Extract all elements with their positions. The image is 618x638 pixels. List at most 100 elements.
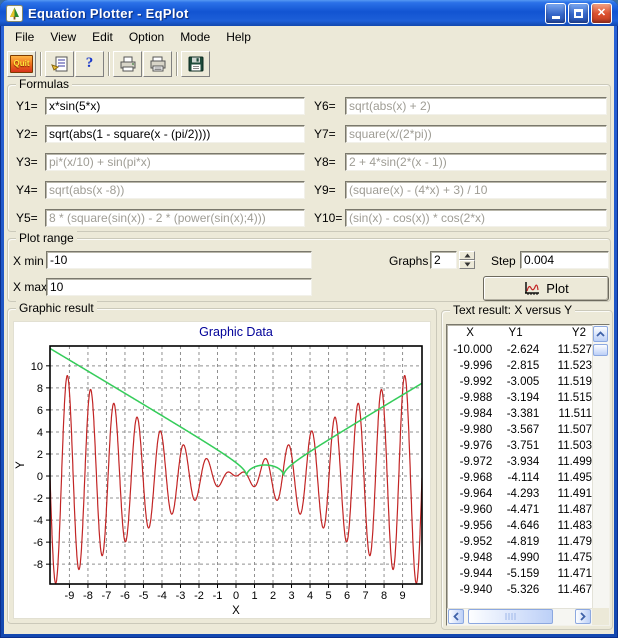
- cell-value: -9.988: [448, 390, 492, 406]
- print-preview-button[interactable]: [113, 51, 142, 77]
- table-row[interactable]: -9.956-4.64611.483: [448, 518, 592, 534]
- table-row[interactable]: -9.996-2.81511.523: [448, 358, 592, 374]
- cell-value: -9.996: [448, 358, 492, 374]
- help-icon: ?: [86, 55, 94, 72]
- cell-value: -4.990: [492, 550, 539, 566]
- formulas-group: Formulas Y1= Y2= Y3= Y4= Y5= Y6= Y7= Y8=…: [7, 84, 611, 232]
- menu-mode[interactable]: Mode: [172, 28, 218, 46]
- text-result-group: Text result: X versus Y XY1Y2-10.000-2.6…: [441, 310, 613, 630]
- menu-option[interactable]: Option: [121, 28, 172, 46]
- table-header-row: XY1Y2: [448, 325, 592, 342]
- scroll-right-icon[interactable]: [575, 609, 591, 624]
- spin-up-icon[interactable]: [459, 251, 475, 260]
- formula-input-y1[interactable]: [45, 97, 305, 115]
- print-preview-icon: [119, 55, 137, 73]
- cell-value: 11.483: [539, 518, 592, 534]
- formulas-legend: Formulas: [16, 77, 72, 91]
- formula-label-y2: Y2=: [16, 127, 38, 141]
- table-row[interactable]: -9.948-4.99011.475: [448, 550, 592, 566]
- print-button[interactable]: [143, 51, 172, 77]
- svg-text:-9: -9: [65, 590, 75, 602]
- menu-edit[interactable]: Edit: [84, 28, 121, 46]
- formula-input-y6[interactable]: [345, 97, 607, 115]
- xmin-input[interactable]: [46, 251, 312, 269]
- cell-value: -9.940: [448, 582, 492, 598]
- graphs-stepper: [459, 251, 475, 269]
- toolbar-separator: [176, 52, 178, 76]
- cell-value: -5.326: [492, 582, 539, 598]
- column-header: Y1: [492, 325, 539, 342]
- cell-value: -4.646: [492, 518, 539, 534]
- vertical-scroll-thumb[interactable]: [593, 344, 608, 356]
- table-row[interactable]: -9.980-3.56711.507: [448, 422, 592, 438]
- formula-input-y4[interactable]: [45, 181, 305, 199]
- cell-value: 11.471: [539, 566, 592, 582]
- cell-value: -9.964: [448, 486, 492, 502]
- cell-value: 11.479: [539, 534, 592, 550]
- table-row[interactable]: -9.944-5.15911.471: [448, 566, 592, 582]
- help-button[interactable]: ?: [75, 51, 104, 77]
- titlebar[interactable]: Equation Plotter - EqPlot ✕: [0, 0, 618, 26]
- cell-value: -9.960: [448, 502, 492, 518]
- menu-help[interactable]: Help: [218, 28, 259, 46]
- graphic-result-legend: Graphic result: [16, 301, 97, 315]
- svg-text:2: 2: [270, 590, 276, 602]
- table-row[interactable]: -9.976-3.75111.503: [448, 438, 592, 454]
- notes-button[interactable]: [45, 51, 74, 77]
- client-area: File View Edit Option Mode Help Quit: [4, 26, 614, 634]
- formula-input-y9[interactable]: [345, 181, 607, 199]
- horizontal-scrollbar[interactable]: [447, 608, 592, 625]
- table-row[interactable]: -9.968-4.11411.495: [448, 470, 592, 486]
- save-button[interactable]: [181, 51, 210, 77]
- horizontal-scroll-thumb[interactable]: [468, 609, 553, 624]
- svg-text:-6: -6: [120, 590, 130, 602]
- graphic-result-group: Graphic result -9-8-7-6-5-4-3-2-10123456…: [7, 308, 437, 624]
- table-row[interactable]: -9.988-3.19411.515: [448, 390, 592, 406]
- table-row[interactable]: -9.952-4.81911.479: [448, 534, 592, 550]
- formula-input-y5[interactable]: [45, 209, 305, 227]
- xmax-input[interactable]: [46, 278, 312, 296]
- close-icon[interactable]: ✕: [591, 3, 612, 24]
- cell-value: 11.527: [539, 342, 592, 358]
- table-row[interactable]: -9.972-3.93411.499: [448, 454, 592, 470]
- result-rows: XY1Y2-10.000-2.62411.527-9.996-2.81511.5…: [448, 325, 592, 608]
- quit-button[interactable]: Quit: [7, 51, 36, 77]
- scroll-up-icon[interactable]: [593, 326, 608, 342]
- app-window: Equation Plotter - EqPlot ✕ File View Ed…: [0, 0, 618, 638]
- formula-input-y10[interactable]: [345, 209, 607, 227]
- table-row[interactable]: -10.000-2.62411.527: [448, 342, 592, 358]
- menubar: File View Edit Option Mode Help: [4, 26, 614, 48]
- table-row[interactable]: -9.960-4.47111.487: [448, 502, 592, 518]
- plot-button[interactable]: Plot: [483, 276, 609, 301]
- menu-view[interactable]: View: [42, 28, 84, 46]
- svg-text:-3: -3: [176, 590, 186, 602]
- svg-text:8: 8: [37, 383, 43, 395]
- svg-text:10: 10: [31, 361, 43, 373]
- table-row[interactable]: -9.964-4.29311.491: [448, 486, 592, 502]
- formula-label-y4: Y4=: [16, 183, 38, 197]
- cell-value: 11.467: [539, 582, 592, 598]
- vertical-scrollbar[interactable]: [592, 325, 609, 625]
- cell-value: -4.819: [492, 534, 539, 550]
- graphs-input[interactable]: [430, 251, 457, 269]
- spin-down-icon[interactable]: [459, 260, 475, 269]
- formula-label-y3: Y3=: [16, 155, 38, 169]
- cell-value: 11.503: [539, 438, 592, 454]
- maximize-icon[interactable]: [568, 3, 589, 24]
- svg-text:-8: -8: [83, 590, 93, 602]
- table-row[interactable]: -9.940-5.32611.467: [448, 582, 592, 598]
- formula-input-y2[interactable]: [45, 125, 305, 143]
- cell-value: -3.005: [492, 374, 539, 390]
- step-input[interactable]: [520, 251, 609, 269]
- minimize-icon[interactable]: [545, 3, 566, 24]
- menu-file[interactable]: File: [7, 28, 42, 46]
- formula-input-y8[interactable]: [345, 153, 607, 171]
- svg-text:-2: -2: [33, 493, 43, 505]
- formula-input-y3[interactable]: [45, 153, 305, 171]
- table-row[interactable]: -9.992-3.00511.519: [448, 374, 592, 390]
- table-row[interactable]: -9.984-3.38111.511: [448, 406, 592, 422]
- scroll-left-icon[interactable]: [448, 609, 464, 624]
- cell-value: -3.194: [492, 390, 539, 406]
- svg-text:8: 8: [381, 590, 387, 602]
- formula-input-y7[interactable]: [345, 125, 607, 143]
